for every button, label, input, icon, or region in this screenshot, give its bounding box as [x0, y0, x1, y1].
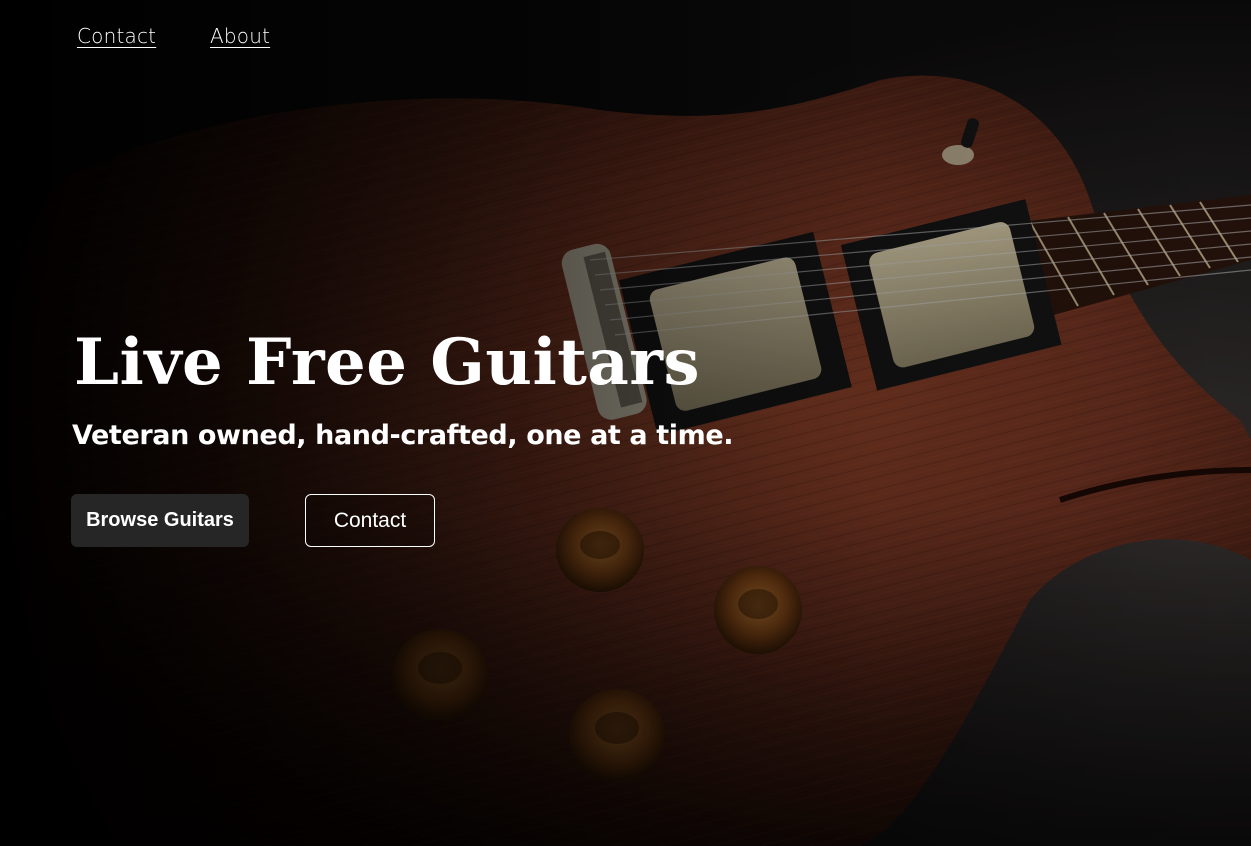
hero-subtitle: Veteran owned, hand-crafted, one at a ti… [72, 420, 734, 451]
nav-link-contact[interactable]: Contact [77, 24, 156, 48]
hero-title: Live Free Guitars [74, 325, 701, 400]
hero-section: Contact About Live Free Guitars Veteran … [0, 0, 1251, 846]
contact-button[interactable]: Contact [305, 494, 435, 547]
browse-guitars-button[interactable]: Browse Guitars [71, 494, 249, 547]
top-nav: Contact About [0, 0, 1251, 80]
nav-link-about[interactable]: About [210, 24, 270, 48]
